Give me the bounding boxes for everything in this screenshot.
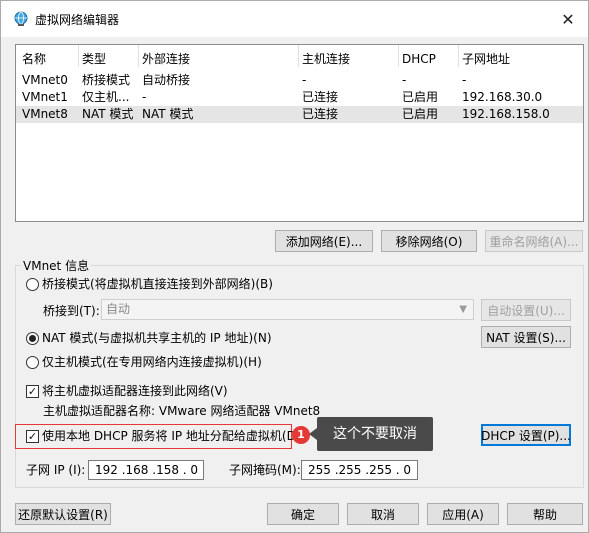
auto-settings-button[interactable]: 自动设置(U)... <box>481 299 571 321</box>
annotation-tooltip: 这个不要取消 <box>309 417 433 451</box>
vmnet-info-label: VMnet 信息 <box>21 257 92 274</box>
table-row-selected[interactable]: VMnet8 NAT 模式 NAT 模式 已连接 已启用 192.168.158… <box>16 106 583 123</box>
subnet-mask-input[interactable]: 255 .255 .255 . 0 <box>301 460 418 480</box>
connect-adapter-checkbox[interactable]: ✓ <box>26 385 39 398</box>
bridge-to-select[interactable]: 自动 ▼ <box>101 299 474 320</box>
cell-host: - <box>302 73 307 87</box>
cell-type: 仅主机... <box>82 90 130 104</box>
cell-host: 已连接 <box>302 107 339 121</box>
bridge-mode-label[interactable]: 桥接模式(将虚拟机直接连接到外部网络)(B) <box>42 277 273 291</box>
column-divider[interactable] <box>298 45 299 67</box>
host-only-label[interactable]: 仅主机模式(在专用网络内连接虚拟机)(H) <box>42 355 262 369</box>
bridge-to-value: 自动 <box>106 302 131 316</box>
cell-name: VMnet8 <box>22 107 68 121</box>
rename-network-button[interactable]: 重命名网络(A)... <box>485 230 583 252</box>
column-divider[interactable] <box>78 45 79 67</box>
cell-host: 已连接 <box>302 90 339 104</box>
dhcp-settings-button[interactable]: DHCP 设置(P)... <box>481 424 571 446</box>
use-dhcp-label[interactable]: 使用本地 DHCP 服务将 IP 地址分配给虚拟机(D) <box>42 429 301 443</box>
column-header-external[interactable]: 外部连接 <box>142 51 300 68</box>
remove-network-button[interactable]: 移除网络(O) <box>381 230 477 252</box>
column-divider[interactable] <box>398 45 399 67</box>
cell-external: - <box>142 90 147 104</box>
virtual-network-editor-window: 虚拟网络编辑器 ✕ 名称 类型 外部连接 主机连接 DHCP 子网地址 VMne… <box>0 0 589 533</box>
cell-external: NAT 模式 <box>142 107 194 121</box>
nat-settings-button[interactable]: NAT 设置(S)... <box>481 326 571 348</box>
host-only-radio[interactable] <box>26 356 39 369</box>
nat-mode-radio[interactable] <box>26 332 39 345</box>
network-list[interactable]: 名称 类型 外部连接 主机连接 DHCP 子网地址 VMnet0 桥接模式 自动… <box>15 44 584 222</box>
ok-button[interactable]: 确定 <box>267 503 339 525</box>
bridge-to-label: 桥接到(T): <box>43 304 100 318</box>
adapter-name-text: 主机虚拟适配器名称: VMware 网络适配器 VMnet8 <box>43 404 321 418</box>
bridge-mode-radio[interactable] <box>26 278 39 291</box>
network-globe-icon <box>14 11 28 26</box>
table-row[interactable]: VMnet1 仅主机... - 已连接 已启用 192.168.30.0 <box>16 89 583 106</box>
cell-dhcp: 已启用 <box>402 90 439 104</box>
restore-defaults-button[interactable]: 还原默认设置(R) <box>15 503 111 525</box>
help-button[interactable]: 帮助 <box>507 503 583 525</box>
list-header: 名称 类型 外部连接 主机连接 DHCP 子网地址 <box>16 51 583 68</box>
window-title: 虚拟网络编辑器 <box>35 13 120 27</box>
subnet-mask-label: 子网掩码(M): <box>229 463 301 477</box>
cell-dhcp: - <box>402 73 407 87</box>
use-dhcp-checkbox[interactable]: ✓ <box>26 430 39 443</box>
cancel-button[interactable]: 取消 <box>347 503 419 525</box>
cell-name: VMnet0 <box>22 73 68 87</box>
cell-name: VMnet1 <box>22 90 68 104</box>
chevron-down-icon: ▼ <box>459 304 467 315</box>
add-network-button[interactable]: 添加网络(E)... <box>275 230 373 252</box>
column-divider[interactable] <box>138 45 139 67</box>
column-header-host[interactable]: 主机连接 <box>302 51 402 68</box>
column-divider[interactable] <box>458 45 459 67</box>
apply-button[interactable]: 应用(A) <box>427 503 499 525</box>
cell-external: 自动桥接 <box>142 73 191 87</box>
nat-mode-label[interactable]: NAT 模式(与虚拟机共享主机的 IP 地址)(N) <box>42 331 272 345</box>
connect-adapter-label[interactable]: 将主机虚拟适配器连接到此网络(V) <box>42 384 228 398</box>
cell-dhcp: 已启用 <box>402 107 439 121</box>
subnet-ip-input[interactable]: 192 .168 .158 . 0 <box>88 460 204 480</box>
column-header-dhcp[interactable]: DHCP <box>402 51 462 68</box>
column-header-name[interactable]: 名称 <box>22 51 82 68</box>
title-bar: 虚拟网络编辑器 ✕ <box>1 1 588 37</box>
cell-type: 桥接模式 <box>82 73 131 87</box>
column-header-subnet[interactable]: 子网地址 <box>462 51 572 68</box>
close-icon[interactable]: ✕ <box>554 5 582 33</box>
cell-subnet: 192.168.30.0 <box>462 90 543 104</box>
annotation-badge: 1 <box>292 426 310 444</box>
cell-subnet: 192.168.158.0 <box>462 107 550 121</box>
column-header-type[interactable]: 类型 <box>82 51 140 68</box>
cell-type: NAT 模式 <box>82 107 134 121</box>
cell-subnet: - <box>462 73 467 87</box>
subnet-ip-label: 子网 IP (I): <box>26 463 86 477</box>
table-row[interactable]: VMnet0 桥接模式 自动桥接 - - - <box>16 72 583 89</box>
